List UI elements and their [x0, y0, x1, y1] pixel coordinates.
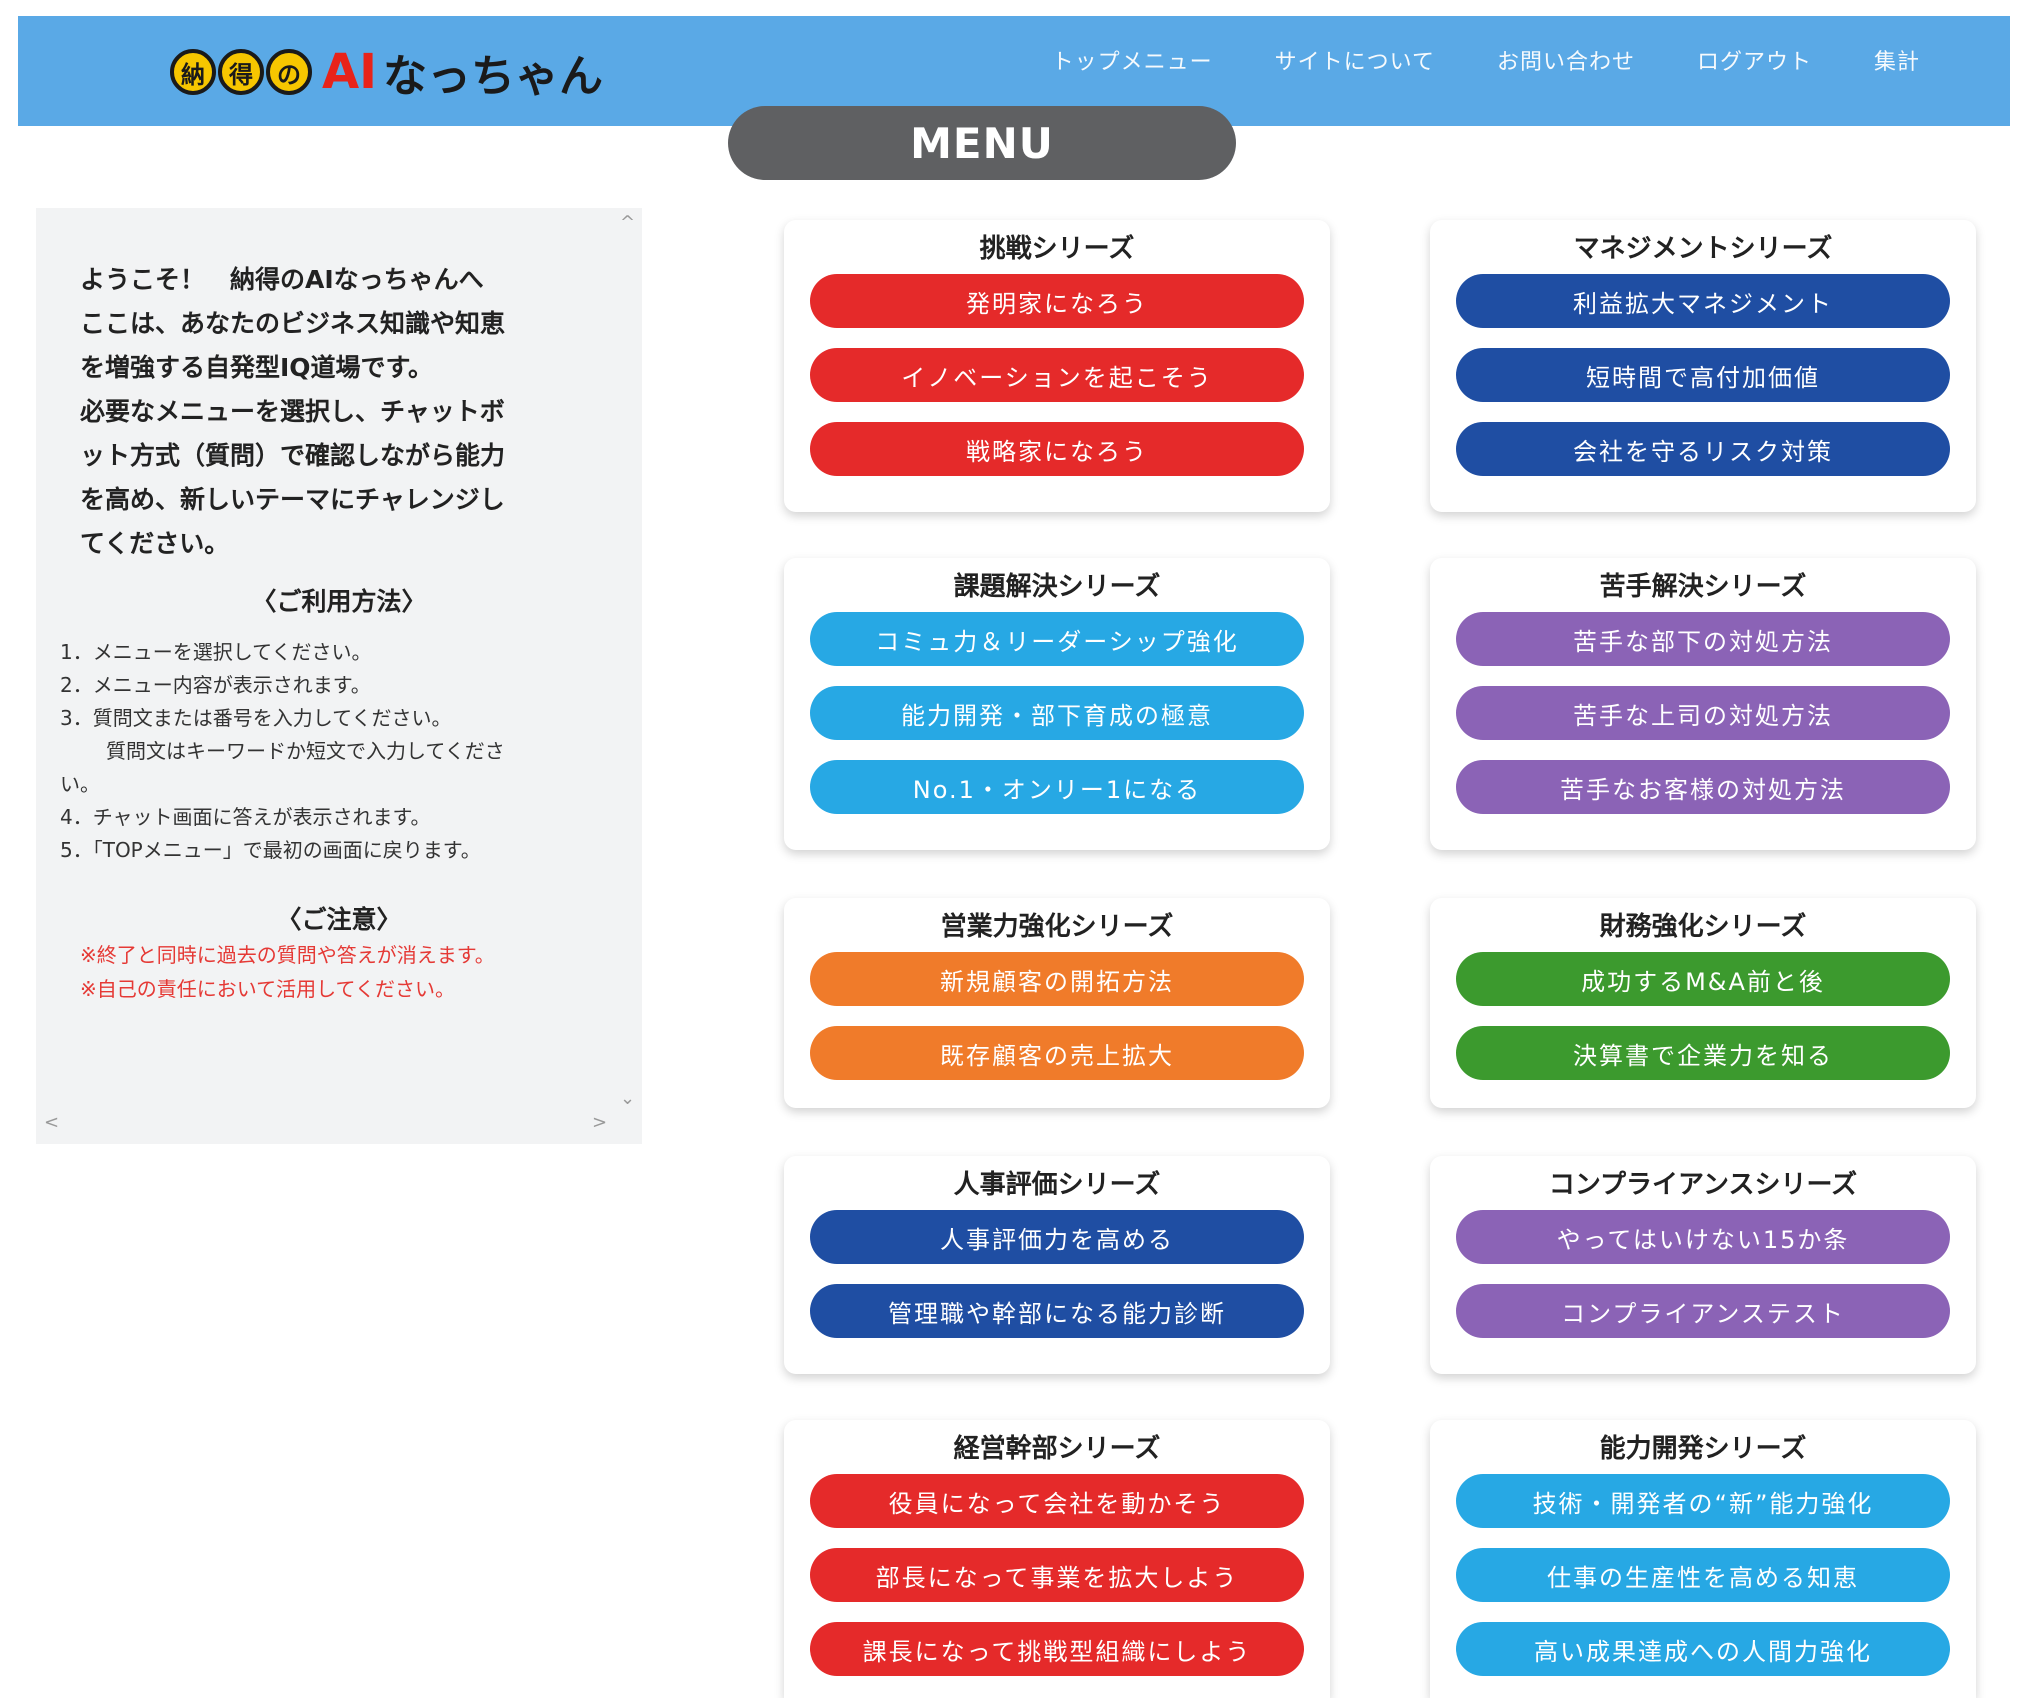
menu-button[interactable]: 苦手な上司の対処方法 — [1456, 686, 1950, 740]
top-nav: トップメニュー サイトについて お問い合わせ ログアウト 集計 — [1052, 44, 1920, 76]
logo-ai-text: AI — [322, 44, 378, 100]
series-title: 課題解決シリーズ — [953, 572, 1161, 602]
scroll-down-icon[interactable]: ⌄ — [620, 1088, 635, 1109]
series-card-weakness: 苦手解決シリーズ 苦手な部下の対処方法 苦手な上司の対処方法 苦手なお客様の対処… — [1430, 558, 1976, 850]
series-card-problem-solving: 課題解決シリーズ コミュ力＆リーダーシップ強化 能力開発・部下育成の極意 No.… — [784, 558, 1330, 850]
menu-button[interactable]: コミュ力＆リーダーシップ強化 — [810, 612, 1304, 666]
welcome-line: ようこそ！ 納得のAIなっちゃんへ — [80, 265, 484, 294]
usage-item: い。 — [60, 772, 100, 796]
usage-item: 5．「TOPメニュー」で最初の画面に戻ります。 — [60, 838, 481, 862]
series-title: コンプライアンスシリーズ — [1548, 1170, 1858, 1200]
series-title: 能力開発シリーズ — [1599, 1434, 1807, 1464]
series-card-hr: 人事評価シリーズ 人事評価力を高める 管理職や幹部になる能力診断 — [784, 1156, 1330, 1374]
menu-button[interactable]: 会社を守るリスク対策 — [1456, 422, 1950, 476]
scroll-right-icon[interactable]: > — [592, 1112, 607, 1133]
site-logo[interactable]: 納 得 の AI なっちゃん — [170, 44, 603, 102]
menu-button[interactable]: 決算書で企業力を知る — [1456, 1026, 1950, 1080]
logo-badge-char: 納 — [170, 49, 216, 95]
series-card-finance: 財務強化シリーズ 成功するM&A前と後 決算書で企業力を知る — [1430, 898, 1976, 1108]
usage-item: 2．メニュー内容が表示されます。 — [60, 673, 371, 697]
menu-button[interactable]: 技術・開発者の“新”能力強化 — [1456, 1474, 1950, 1528]
nav-about-site[interactable]: サイトについて — [1275, 44, 1435, 76]
note-list: ※終了と同時に過去の質問や答えが消えます。 ※自己の責任において活用してください… — [80, 938, 620, 1006]
welcome-panel: ^ ようこそ！ 納得のAIなっちゃんへ ここは、あなたのビジネス知識や知恵 を増… — [36, 208, 642, 1144]
logo-badge-char: 得 — [218, 49, 264, 95]
usage-list: 1．メニューを選択してください。 2．メニュー内容が表示されます。 3．質問文ま… — [60, 636, 620, 867]
menu-button[interactable]: イノベーションを起こそう — [810, 348, 1304, 402]
menu-button[interactable]: 高い成果達成への人間力強化 — [1456, 1622, 1950, 1676]
logo-badge-char: の — [266, 49, 312, 95]
welcome-line: 必要なメニューを選択し、チャットボ — [80, 397, 505, 426]
menu-button[interactable]: 仕事の生産性を高める知恵 — [1456, 1548, 1950, 1602]
menu-button[interactable]: 利益拡大マネジメント — [1456, 274, 1950, 328]
nav-contact[interactable]: お問い合わせ — [1497, 44, 1635, 76]
welcome-line: を増強する自発型IQ道場です。 — [80, 353, 434, 382]
menu-button[interactable]: やってはいけない15か条 — [1456, 1210, 1950, 1264]
usage-title: 〈ご利用方法〉 — [251, 587, 427, 616]
series-card-challenge: 挑戦シリーズ 発明家になろう イノベーションを起こそう 戦略家になろう — [784, 220, 1330, 512]
series-card-compliance: コンプライアンスシリーズ やってはいけない15か条 コンプライアンステスト — [1430, 1156, 1976, 1374]
menu-button[interactable]: 発明家になろう — [810, 274, 1304, 328]
nav-logout[interactable]: ログアウト — [1697, 44, 1812, 76]
welcome-line: ここは、あなたのビジネス知識や知恵 — [80, 309, 506, 338]
series-card-executive: 経営幹部シリーズ 役員になって会社を動かそう 部長になって事業を拡大しよう 課長… — [784, 1420, 1330, 1698]
logo-name-text: なっちゃん — [383, 51, 604, 102]
series-card-management: マネジメントシリーズ 利益拡大マネジメント 短時間で高付加価値 会社を守るリスク… — [1430, 220, 1976, 512]
menu-button[interactable]: 短時間で高付加価値 — [1456, 348, 1950, 402]
nav-top-menu[interactable]: トップメニュー — [1052, 44, 1213, 76]
note-item: ※自己の責任において活用してください。 — [80, 977, 455, 1001]
series-card-sales: 営業力強化シリーズ 新規顧客の開拓方法 既存顧客の売上拡大 — [784, 898, 1330, 1108]
welcome-line: ット方式（質問）で確認しながら能力 — [80, 441, 506, 470]
menu-button[interactable]: 課長になって挑戦型組織にしよう — [810, 1622, 1304, 1676]
usage-item: 質問文はキーワードか短文で入力してくださ — [106, 739, 505, 763]
logo-badge: 納 得 の — [170, 49, 312, 95]
nav-stats[interactable]: 集計 — [1874, 44, 1920, 76]
scroll-up-icon[interactable]: ^ — [620, 212, 635, 233]
series-card-ability: 能力開発シリーズ 技術・開発者の“新”能力強化 仕事の生産性を高める知恵 高い成… — [1430, 1420, 1976, 1698]
menu-button[interactable]: 戦略家になろう — [810, 422, 1304, 476]
series-title: 挑戦シリーズ — [979, 234, 1135, 264]
menu-button[interactable]: No.1・オンリー1になる — [810, 760, 1304, 814]
menu-button[interactable]: 管理職や幹部になる能力診断 — [810, 1284, 1304, 1338]
menu-button[interactable]: コンプライアンステスト — [1456, 1284, 1950, 1338]
menu-button[interactable]: 苦手なお客様の対処方法 — [1456, 760, 1950, 814]
usage-item: 1．メニューを選択してください。 — [60, 640, 372, 664]
menu-button[interactable]: 役員になって会社を動かそう — [810, 1474, 1304, 1528]
menu-button[interactable]: 部長になって事業を拡大しよう — [810, 1548, 1304, 1602]
series-title: 経営幹部シリーズ — [953, 1434, 1161, 1464]
scroll-left-icon[interactable]: < — [44, 1112, 59, 1133]
welcome-text: ようこそ！ 納得のAIなっちゃんへ ここは、あなたのビジネス知識や知恵 を増強す… — [80, 258, 600, 566]
menu-button[interactable]: 成功するM&A前と後 — [1456, 952, 1950, 1006]
series-title: 営業力強化シリーズ — [940, 912, 1174, 942]
series-title: 人事評価シリーズ — [953, 1170, 1161, 1200]
menu-button[interactable]: 新規顧客の開拓方法 — [810, 952, 1304, 1006]
menu-heading: MENU — [728, 106, 1236, 180]
menu-button[interactable]: 人事評価力を高める — [810, 1210, 1304, 1264]
menu-button[interactable]: 苦手な部下の対処方法 — [1456, 612, 1950, 666]
series-title: 財務強化シリーズ — [1599, 912, 1807, 942]
usage-item: 4．チャット画面に答えが表示されます。 — [60, 805, 431, 829]
welcome-line: てください。 — [80, 529, 230, 558]
menu-button[interactable]: 既存顧客の売上拡大 — [810, 1026, 1304, 1080]
series-title: マネジメントシリーズ — [1573, 234, 1833, 264]
note-title: 〈ご注意〉 — [276, 905, 402, 934]
usage-item: 3．質問文または番号を入力してください。 — [60, 706, 452, 730]
note-item: ※終了と同時に過去の質問や答えが消えます。 — [80, 943, 495, 967]
series-title: 苦手解決シリーズ — [1599, 572, 1807, 602]
menu-button[interactable]: 能力開発・部下育成の極意 — [810, 686, 1304, 740]
welcome-line: を高め、新しいテーマにチャレンジし — [80, 485, 505, 514]
